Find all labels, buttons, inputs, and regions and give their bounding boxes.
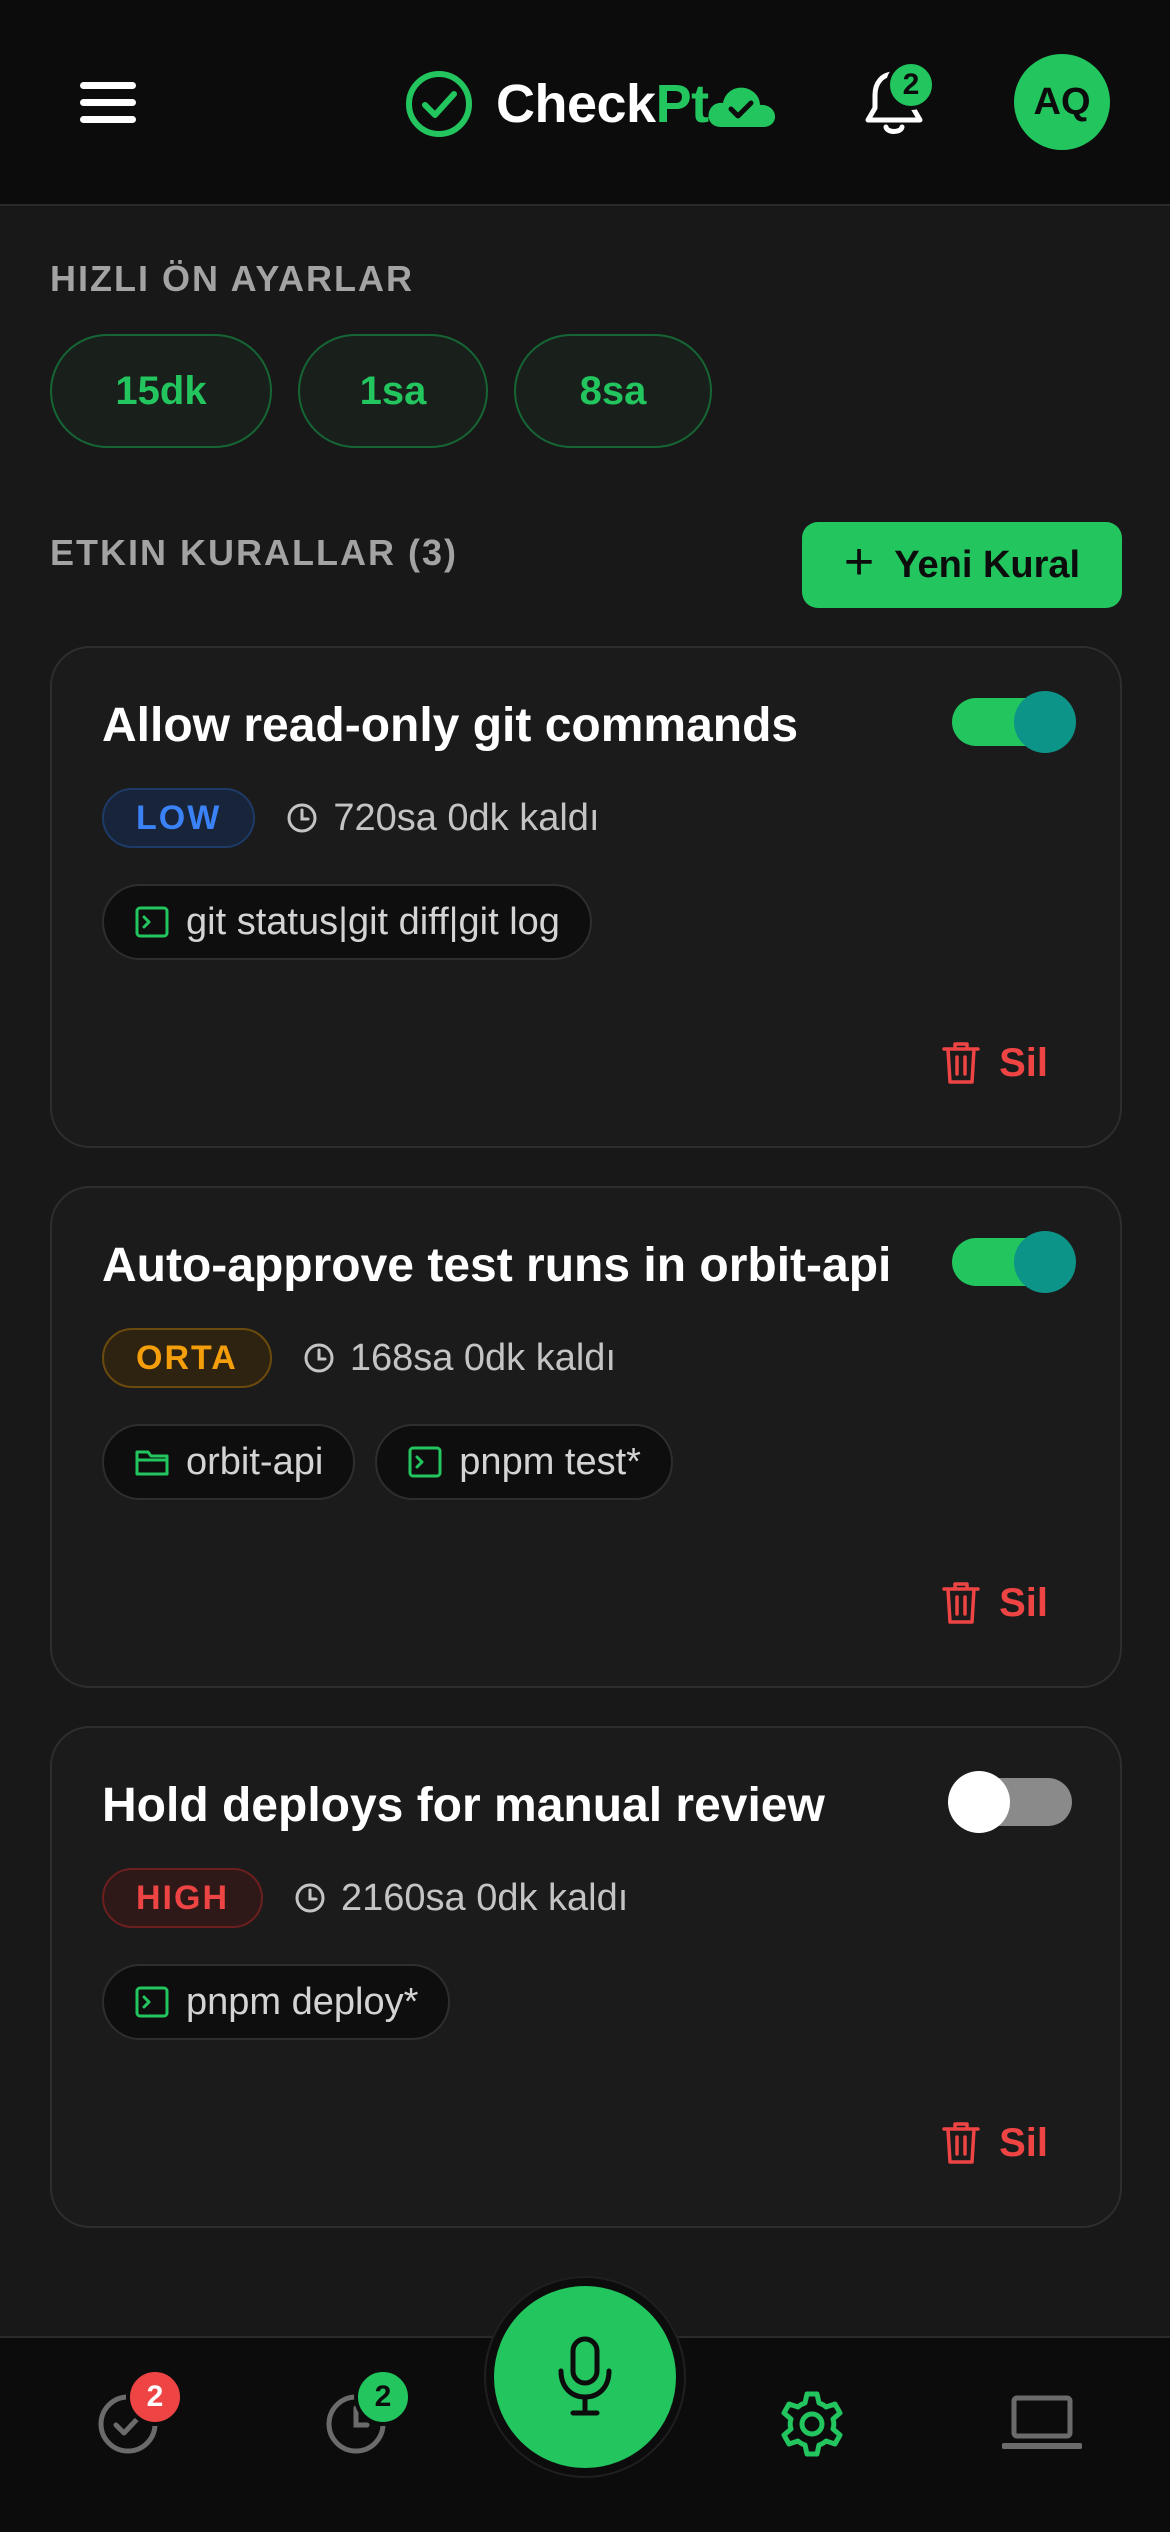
clock-icon [287, 803, 317, 833]
app-name: CheckPt [496, 74, 709, 134]
time-remaining: 168sa 0dk kaldı [349, 1336, 616, 1379]
preset-8sa[interactable]: 8sa [514, 334, 712, 448]
preset-15dk[interactable]: 15dk [50, 334, 272, 448]
rule-enabled-toggle[interactable] [952, 1231, 1076, 1293]
rule-enabled-toggle[interactable] [952, 691, 1076, 753]
terminal-icon [408, 1446, 442, 1478]
command-chip: pnpm deploy* [102, 1964, 451, 2040]
risk-level-badge: HIGH [102, 1868, 263, 1928]
rule-card: Hold deploys for manual review HIGH 2160… [50, 1726, 1122, 2228]
clock-icon [295, 1883, 325, 1913]
rule-card: Allow read-only git commands LOW 720sa 0… [50, 646, 1122, 1148]
history-badge: 2 [354, 2368, 412, 2426]
trash-icon [942, 2122, 980, 2164]
hamburger-menu-icon[interactable] [80, 82, 136, 123]
folder-icon [135, 1450, 169, 1476]
time-remaining: 2160sa 0dk kaldı [341, 1876, 629, 1919]
presets-title: HIZLI ÖN AYARLAR [50, 258, 415, 299]
plus-icon: + [843, 533, 875, 591]
delete-rule-button[interactable]: Sil [941, 1580, 1048, 1626]
command-chip: git status|git diff|git log [102, 884, 592, 960]
rule-title: Hold deploys for manual review [102, 1779, 825, 1832]
app-header: CheckPt 2 AQ [0, 0, 1170, 206]
active-rules-title: ETKIN KURALLAR (3) [50, 532, 458, 573]
delete-rule-button[interactable]: Sil [941, 2120, 1048, 2166]
microphone-icon [558, 2336, 612, 2416]
time-remaining: 720sa 0dk kaldı [333, 796, 600, 839]
risk-level-badge: ORTA [102, 1328, 272, 1388]
terminal-icon [135, 1986, 169, 2018]
settings-gear-icon[interactable] [776, 2388, 848, 2460]
trash-icon [942, 1582, 980, 1624]
rule-title: Auto-approve test runs in orbit-api [102, 1239, 892, 1292]
trash-icon [942, 1042, 980, 1084]
devices-laptop-icon[interactable] [1002, 2392, 1082, 2456]
app-logo: CheckPt [404, 64, 779, 144]
user-avatar[interactable]: AQ [1014, 54, 1110, 150]
terminal-icon [135, 906, 169, 938]
rule-enabled-toggle[interactable] [948, 1771, 1072, 1833]
notification-badge: 2 [886, 60, 936, 110]
approvals-badge: 2 [126, 2368, 184, 2426]
rule-title: Allow read-only git commands [102, 699, 799, 752]
delete-rule-button[interactable]: Sil [941, 1040, 1048, 1086]
clock-icon [304, 1343, 334, 1373]
rule-card: Auto-approve test runs in orbit-api ORTA… [50, 1186, 1122, 1688]
risk-level-badge: LOW [102, 788, 256, 848]
voice-input-button[interactable] [486, 2278, 684, 2476]
cloud-check-icon [708, 87, 775, 127]
new-rule-button[interactable]: + Yeni Kural [802, 522, 1122, 608]
check-circle-icon [406, 71, 472, 137]
preset-1sa[interactable]: 1sa [298, 334, 488, 448]
new-rule-label: Yeni Kural [894, 543, 1081, 586]
command-chip: pnpm test* [375, 1424, 673, 1500]
project-chip: orbit-api [102, 1424, 356, 1500]
